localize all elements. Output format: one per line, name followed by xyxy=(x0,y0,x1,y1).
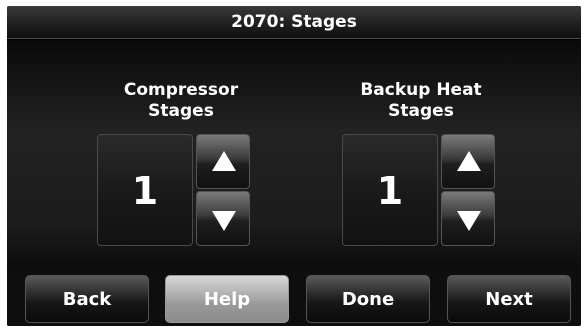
compressor-stages-value: 1 xyxy=(97,134,193,246)
thermostat-screen: 2070: Stages Compressor Stages 1 Backup … xyxy=(7,6,581,326)
next-button[interactable]: Next xyxy=(447,275,571,323)
compressor-label-line1: Compressor xyxy=(123,80,239,100)
down-arrow-icon xyxy=(457,211,481,231)
backup-heat-label-line1: Backup Heat xyxy=(360,80,482,100)
up-arrow-icon xyxy=(457,151,481,171)
help-button[interactable]: Help xyxy=(165,275,289,323)
compressor-stages-label: Compressor Stages xyxy=(103,80,259,122)
done-button[interactable]: Done xyxy=(306,275,430,323)
compressor-label-line2: Stages xyxy=(148,101,214,121)
compressor-stages-up-button[interactable] xyxy=(196,134,250,189)
compressor-stages-down-button[interactable] xyxy=(196,191,250,246)
backup-heat-label-line2: Stages xyxy=(388,101,454,121)
page-title: 2070: Stages xyxy=(7,6,581,39)
backup-heat-stages-up-button[interactable] xyxy=(441,134,495,189)
backup-heat-stages-label: Backup Heat Stages xyxy=(341,80,501,122)
backup-heat-stages-value: 1 xyxy=(342,134,438,246)
backup-heat-stages-down-button[interactable] xyxy=(441,191,495,246)
down-arrow-icon xyxy=(212,211,236,231)
up-arrow-icon xyxy=(212,151,236,171)
back-button[interactable]: Back xyxy=(25,275,149,323)
